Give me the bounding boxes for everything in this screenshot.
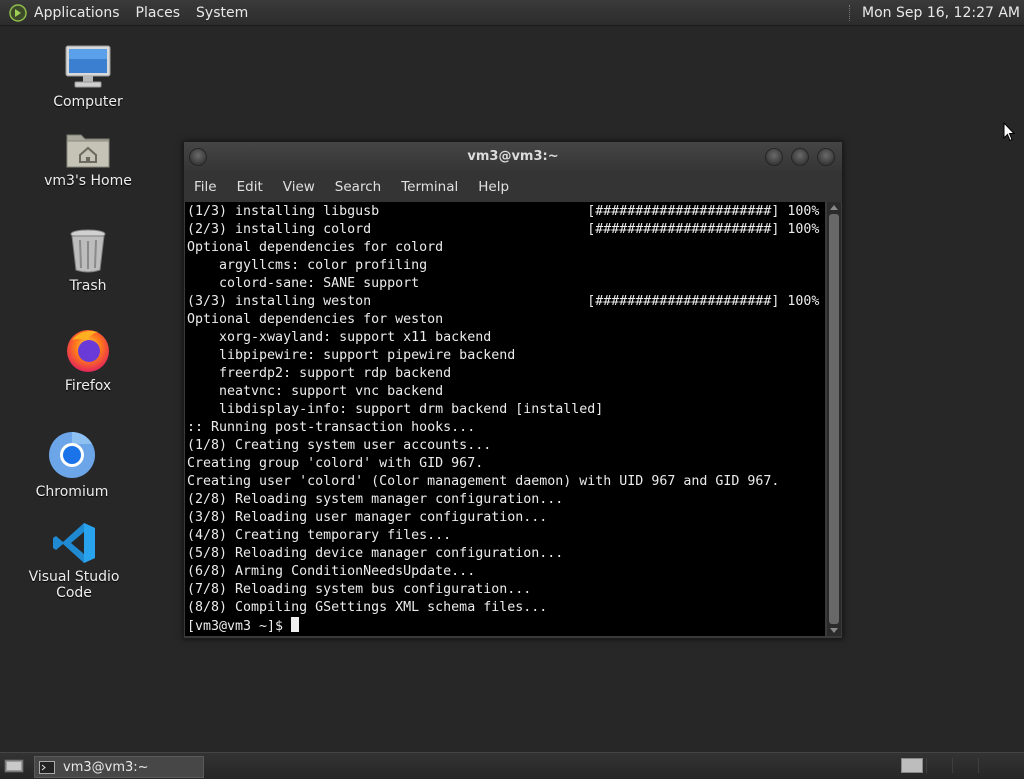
vscode-icon <box>53 523 95 563</box>
scroll-up-icon[interactable] <box>830 205 838 210</box>
workspace-4[interactable] <box>978 758 1005 773</box>
terminal-line: libpipewire: support pipewire backend <box>219 348 516 363</box>
menu-terminal[interactable]: Terminal <box>391 179 468 195</box>
text-cursor <box>291 617 300 632</box>
terminal-line: (1/8) Creating system user accounts... <box>187 438 492 453</box>
computer-icon <box>65 45 111 88</box>
workspace-3[interactable] <box>952 758 979 773</box>
top-panel: Applications Places System Mon Sep 16, 1… <box>0 0 1024 26</box>
terminal-line: libdisplay-info: support drm backend [in… <box>219 402 604 417</box>
window-title: vm3@vm3:~ <box>467 149 559 164</box>
terminal-scrollbar[interactable] <box>827 202 841 636</box>
terminal-line: (4/8) Creating temporary files... <box>187 528 452 543</box>
menu-search[interactable]: Search <box>325 179 391 195</box>
terminal-line: (3/3) installing weston [###############… <box>187 294 820 309</box>
bottom-panel: vm3@vm3:~ <box>0 752 1024 779</box>
terminal-line: (3/8) Reloading user manager configurati… <box>187 510 548 525</box>
applications-menu[interactable]: Applications <box>34 5 120 21</box>
terminal-line: freerdp2: support rdp backend <box>219 366 452 381</box>
clock[interactable]: Mon Sep 16, 12:27 AM <box>862 5 1020 21</box>
chromium-icon <box>49 432 95 478</box>
trash-icon <box>70 229 106 273</box>
terminal-line: (7/8) Reloading system bus configuration… <box>187 582 532 597</box>
window-titlebar[interactable]: vm3@vm3:~ <box>184 142 842 172</box>
desktop-icon-computer[interactable]: Computer <box>33 44 143 110</box>
desktop-icon-label: vm3's Home <box>44 173 132 189</box>
places-menu[interactable]: Places <box>136 5 181 21</box>
terminal-line: (6/8) Arming ConditionNeedsUpdate... <box>187 564 476 579</box>
menu-edit[interactable]: Edit <box>227 179 273 195</box>
workspace-1[interactable] <box>901 758 923 773</box>
minimize-button[interactable] <box>765 148 783 166</box>
taskbar-window-label: vm3@vm3:~ <box>63 759 149 775</box>
terminal-line: Creating group 'colord' with GID 967. <box>187 456 484 471</box>
terminal-line: (2/8) Reloading system manager configura… <box>187 492 564 507</box>
firefox-icon <box>67 330 109 372</box>
terminal-line: (1/3) installing libgusb [##############… <box>187 204 820 219</box>
terminal-line: xorg-xwayland: support x11 backend <box>219 330 492 345</box>
desktop-icon-label: Chromium <box>35 484 109 500</box>
menu-view[interactable]: View <box>273 179 325 195</box>
system-menu[interactable]: System <box>196 5 248 21</box>
desktop-icon-trash[interactable]: Trash <box>33 228 143 294</box>
scrollbar-thumb[interactable] <box>829 214 839 624</box>
desktop-icon-label: Firefox <box>64 378 112 394</box>
terminal-line: Optional dependencies for weston <box>187 312 444 327</box>
menu-file[interactable]: File <box>184 179 227 195</box>
terminal-line: Creating user 'colord' (Color management… <box>187 474 780 489</box>
show-desktop-icon[interactable] <box>4 758 24 774</box>
terminal-line: (5/8) Reloading device manager configura… <box>187 546 564 561</box>
taskbar-window-button[interactable]: vm3@vm3:~ <box>34 756 204 778</box>
shell-prompt: [vm3@vm3 ~]$ <box>187 619 292 634</box>
desktop-icon-label: Visual Studio Code <box>28 569 120 601</box>
terminal-line: neatvnc: support vnc backend <box>219 384 444 399</box>
terminal-text: (1/3) installing libgusb [##############… <box>185 202 825 636</box>
terminal-line: (2/3) installing colord [###############… <box>187 222 820 237</box>
terminal-line: (8/8) Compiling GSettings XML schema fil… <box>187 600 548 615</box>
desktop-icon-label: Trash <box>69 278 107 294</box>
terminal-output[interactable]: (1/3) installing libgusb [##############… <box>185 202 825 636</box>
close-button[interactable] <box>817 148 835 166</box>
terminal-menubar: File Edit View Search Terminal Help <box>184 172 842 202</box>
terminal-line: colord-sane: SANE support <box>219 276 420 291</box>
maximize-button[interactable] <box>791 148 809 166</box>
desktop-icon-firefox[interactable]: Firefox <box>33 326 143 394</box>
home-folder-icon <box>66 134 110 168</box>
mate-logo-icon[interactable] <box>9 3 27 22</box>
desktop-icon-chromium[interactable]: Chromium <box>17 430 127 500</box>
menu-help[interactable]: Help <box>468 179 519 195</box>
panel-separator <box>849 4 852 21</box>
terminal-window[interactable]: vm3@vm3:~ File Edit View Search Terminal… <box>183 141 843 639</box>
scroll-down-icon[interactable] <box>830 628 838 633</box>
desktop-icon-label: Computer <box>53 94 123 110</box>
terminal-icon <box>39 760 55 774</box>
terminal-line: argyllcms: color profiling <box>219 258 428 273</box>
terminal-line: :: Running post-transaction hooks... <box>187 420 476 435</box>
desktop-icon-home[interactable]: vm3's Home <box>33 129 143 189</box>
terminal-line: Optional dependencies for colord <box>187 240 444 255</box>
desktop-icon-vscode[interactable]: Visual Studio Code <box>19 521 129 601</box>
mouse-pointer-icon <box>1003 122 1015 142</box>
workspace-2[interactable] <box>926 758 953 773</box>
